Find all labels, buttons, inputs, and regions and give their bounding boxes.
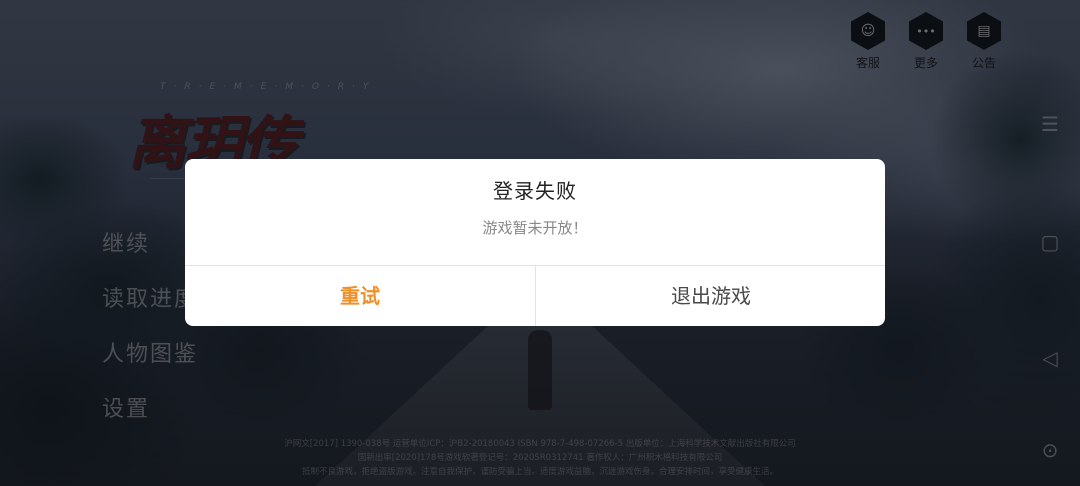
retry-button[interactable]: 重试 — [185, 266, 535, 326]
exit-game-button[interactable]: 退出游戏 — [536, 266, 885, 326]
dialog-message: 游戏暂未开放！ — [482, 219, 588, 237]
login-failed-dialog: 登录失败 游戏暂未开放！ 重试 退出游戏 — [185, 159, 885, 326]
dialog-title: 登录失败 — [493, 179, 577, 203]
